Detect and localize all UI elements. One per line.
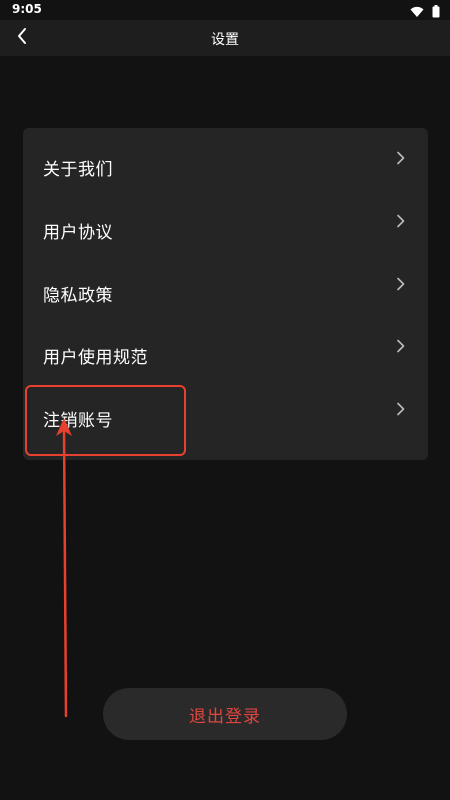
chevron-right-icon bbox=[396, 276, 406, 291]
logout-button[interactable]: 退出登录 bbox=[103, 688, 347, 740]
status-time: 9:05 bbox=[12, 2, 42, 16]
status-bar: 9:05 bbox=[0, 0, 450, 20]
menu-item-about-us[interactable]: 关于我们 bbox=[23, 128, 428, 188]
menu-item-label: 注销账号 bbox=[43, 411, 113, 431]
app-bar: 设置 bbox=[0, 20, 450, 56]
chevron-right-icon bbox=[396, 338, 406, 353]
menu-item-label: 用户使用规范 bbox=[43, 348, 148, 368]
menu-item-user-agreement[interactable]: 用户协议 bbox=[23, 191, 428, 251]
page-title: 设置 bbox=[211, 32, 239, 48]
menu-item-label: 用户协议 bbox=[43, 223, 113, 243]
chevron-right-icon bbox=[396, 213, 406, 228]
menu-item-label: 关于我们 bbox=[43, 160, 113, 180]
chevron-right-icon bbox=[396, 150, 406, 165]
menu-item-label: 隐私政策 bbox=[43, 286, 113, 306]
menu-item-delete-account[interactable]: 注销账号 bbox=[23, 379, 428, 439]
settings-menu-card: 关于我们 用户协议 隐私政策 用户使用规范 注销账号 bbox=[23, 128, 428, 460]
menu-item-privacy-policy[interactable]: 隐私政策 bbox=[23, 254, 428, 314]
logout-label: 退出登录 bbox=[189, 706, 261, 726]
chevron-right-icon bbox=[396, 401, 406, 416]
menu-item-usage-rules[interactable]: 用户使用规范 bbox=[23, 316, 428, 376]
